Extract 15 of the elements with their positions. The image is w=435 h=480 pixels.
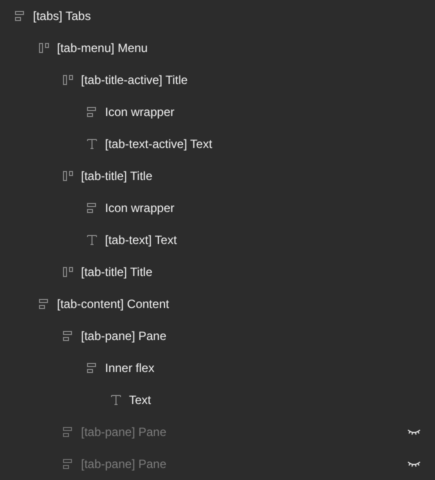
layer-name[interactable]: Text: [129, 393, 152, 407]
layer-name[interactable]: [tab-text-active] Text: [105, 137, 212, 151]
hidden-eye-icon[interactable]: [407, 428, 421, 436]
layer-name[interactable]: [tab-title] Title: [81, 265, 152, 279]
layer-name[interactable]: Inner flex: [105, 361, 154, 375]
layer-name[interactable]: [tab-title] Title: [81, 169, 152, 183]
layer-name[interactable]: Icon wrapper: [105, 105, 174, 119]
layer-name[interactable]: [tabs] Tabs: [33, 9, 91, 23]
layer-name[interactable]: [tab-menu] Menu: [57, 41, 148, 55]
layer-name[interactable]: [tab-text] Text: [105, 233, 177, 247]
hidden-eye-icon[interactable]: [407, 460, 421, 468]
layer-name[interactable]: Icon wrapper: [105, 201, 174, 215]
layer-name[interactable]: [tab-title-active] Title: [81, 73, 188, 87]
layer-name[interactable]: [tab-pane] Pane: [81, 329, 166, 343]
layer-name[interactable]: [tab-content] Content: [57, 297, 170, 311]
